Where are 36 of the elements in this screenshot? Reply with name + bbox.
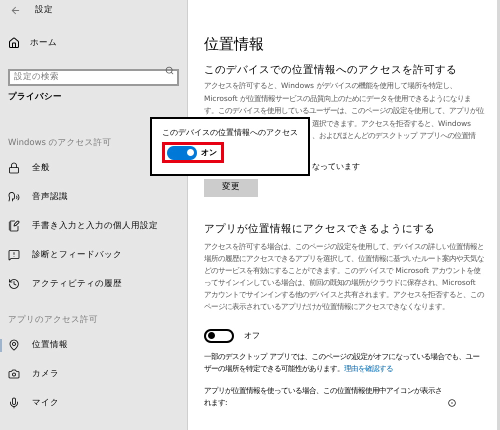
- section-heading: アプリが位置情報にアクセスできるようにする: [204, 222, 436, 236]
- toggle-switch[interactable]: [204, 328, 234, 342]
- search-field[interactable]: 設定の検索: [8, 68, 179, 86]
- page-title: 位置情報: [204, 34, 265, 54]
- speaking-person-icon: [8, 191, 20, 204]
- window-title: 設定: [35, 4, 53, 16]
- toggle-switch[interactable]: [167, 146, 197, 160]
- sidebar-item[interactable]: マイク: [0, 388, 187, 418]
- sidebar-item[interactable]: 全般: [0, 154, 187, 183]
- section-heading: アプリのアクセス許可: [8, 314, 98, 328]
- sidebar-item[interactable]: 位置情報: [0, 330, 187, 360]
- microphone-icon: [8, 397, 20, 410]
- history-icon: [8, 278, 20, 290]
- sidebar-item[interactable]: アクティビティの履歴: [0, 270, 187, 299]
- sidebar-item[interactable]: 音声認識: [0, 182, 187, 212]
- change-button[interactable]: 変更: [204, 178, 258, 196]
- search-icon: [165, 66, 174, 75]
- notebook-pen-icon: [8, 220, 20, 232]
- back-arrow-icon[interactable]: [10, 4, 21, 16]
- popup-label: このデバイスの位置情報へのアクセス: [162, 127, 299, 139]
- category-title: プライバシー: [7, 91, 63, 104]
- map-pin-icon: [8, 339, 20, 352]
- sidebar-item[interactable]: ホーム: [0, 32, 187, 54]
- sidebar-item[interactable]: 診断とフィードバック: [0, 240, 187, 270]
- lock-icon: [8, 162, 20, 174]
- home-icon: [8, 37, 20, 49]
- camera-icon: [8, 368, 20, 380]
- message-icon: [8, 249, 20, 262]
- sidebar-item[interactable]: 手書き入力と入力の個人用設定: [0, 212, 187, 241]
- toggle-state-text: オン: [201, 146, 217, 158]
- section-heading: このデバイスでの位置情報へのアクセスを許可する: [204, 63, 458, 78]
- location-in-use-icon: [448, 398, 456, 406]
- section-heading: Windows のアクセス許可: [8, 137, 112, 150]
- sidebar-item[interactable]: カメラ: [0, 360, 187, 389]
- status-text: なっています: [311, 160, 361, 172]
- toggle-state-text: オフ: [244, 330, 260, 342]
